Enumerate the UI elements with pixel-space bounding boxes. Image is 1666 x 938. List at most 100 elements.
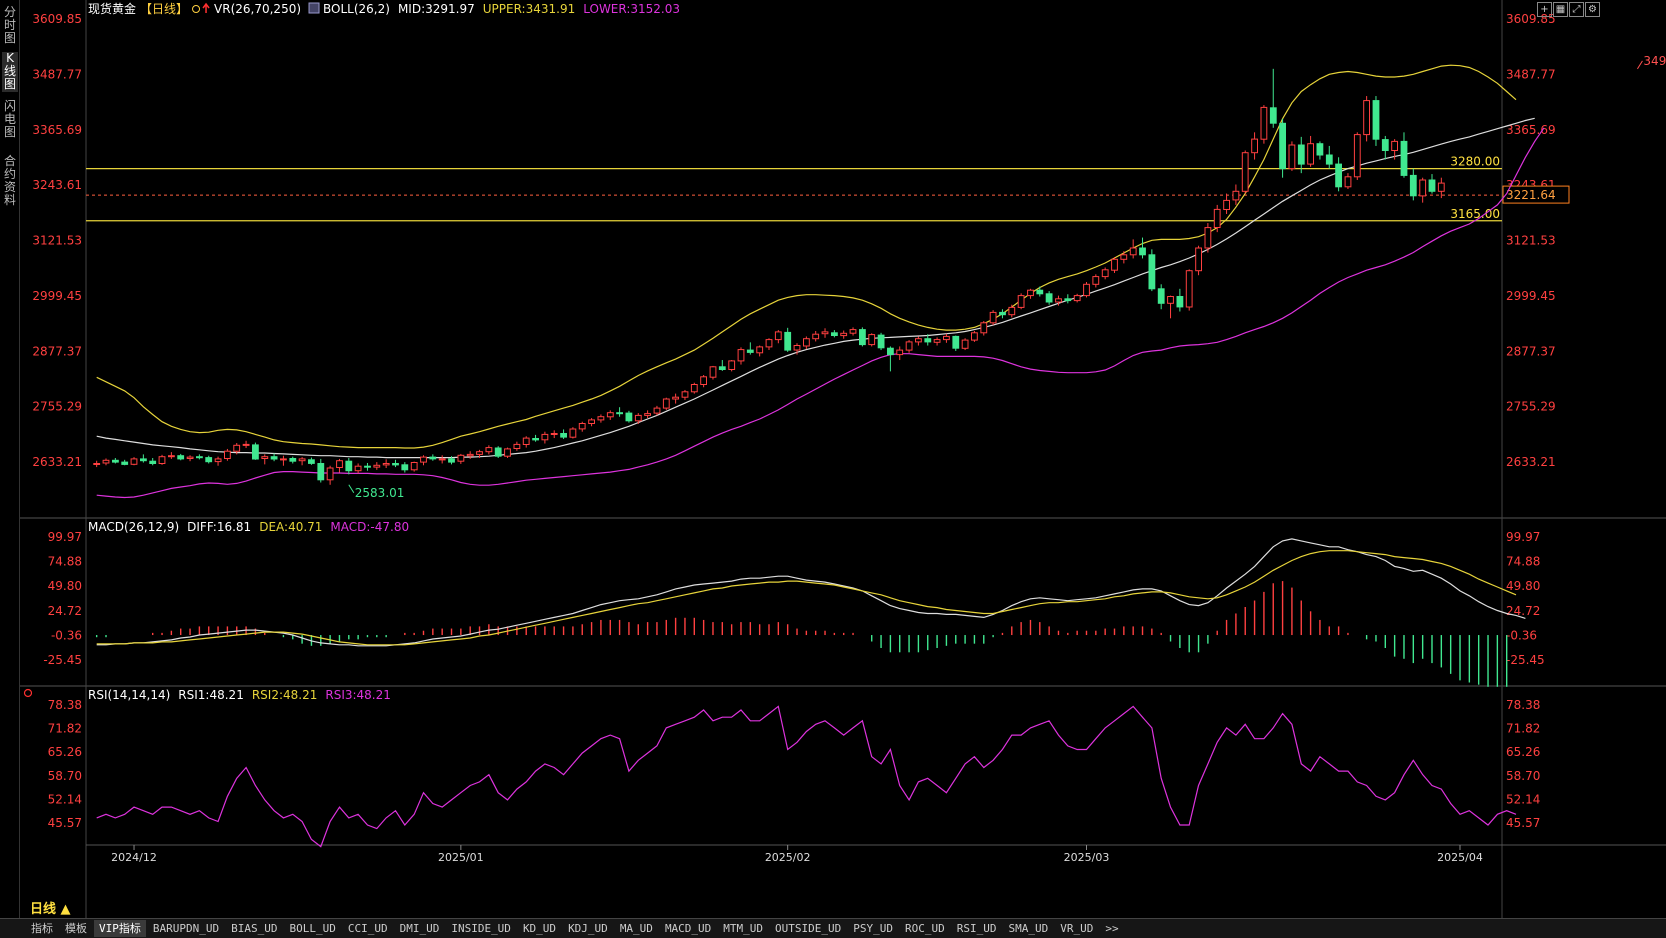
indicator-tab[interactable]: OUTSIDE_UD <box>770 920 846 937</box>
candle[interactable] <box>1223 193 1230 214</box>
candle[interactable] <box>915 336 922 346</box>
indicator-tab[interactable]: MA_UD <box>615 920 658 937</box>
candle[interactable] <box>690 382 698 394</box>
candle[interactable] <box>756 345 764 357</box>
legend-expand-icon[interactable] <box>192 5 201 13</box>
candle[interactable] <box>1139 237 1146 259</box>
indicator-tab[interactable]: MTM_UD <box>718 920 768 937</box>
candle[interactable] <box>1232 184 1240 205</box>
indicator-tab[interactable]: DMI_UD <box>395 920 445 937</box>
candle[interactable] <box>457 453 465 464</box>
candle[interactable] <box>1419 177 1427 203</box>
sidebar-tab-kline[interactable]: K线图 <box>2 52 18 92</box>
candle[interactable] <box>718 360 726 371</box>
candle[interactable] <box>158 454 166 465</box>
candle[interactable] <box>485 445 493 455</box>
candle[interactable] <box>550 430 558 439</box>
candle[interactable] <box>1120 251 1128 264</box>
candle[interactable] <box>961 338 969 351</box>
indicator-tab[interactable]: >> <box>1100 920 1123 937</box>
candle[interactable] <box>560 429 568 439</box>
candle[interactable] <box>681 389 689 400</box>
candle[interactable] <box>616 407 624 417</box>
crosshair-icon[interactable]: + <box>1537 2 1552 17</box>
candle[interactable] <box>1251 132 1258 160</box>
candle[interactable] <box>429 454 437 461</box>
candle[interactable] <box>1176 288 1184 312</box>
candle[interactable] <box>1307 135 1314 167</box>
candle[interactable] <box>812 331 820 342</box>
sidebar-tab-contract[interactable]: 合约资料 <box>2 155 18 209</box>
candle[interactable] <box>1269 68 1277 128</box>
candle[interactable] <box>952 335 960 351</box>
candle[interactable] <box>121 459 129 466</box>
candle[interactable] <box>1204 223 1212 253</box>
candle[interactable] <box>205 455 213 464</box>
candle[interactable] <box>728 360 736 372</box>
candle[interactable] <box>112 458 119 464</box>
indicator-tab[interactable]: MACD_UD <box>660 920 716 937</box>
candle[interactable] <box>578 421 586 432</box>
candle[interactable] <box>242 440 250 449</box>
candle[interactable] <box>1157 284 1165 310</box>
candle[interactable] <box>1428 174 1436 194</box>
candle[interactable] <box>1381 135 1389 160</box>
candle[interactable] <box>1083 282 1090 298</box>
candle[interactable] <box>588 418 596 427</box>
candle[interactable] <box>1073 293 1081 303</box>
candle[interactable] <box>1129 239 1137 259</box>
zoom-icon[interactable]: ⤢ <box>1569 2 1584 17</box>
candle[interactable] <box>1409 168 1417 201</box>
candle[interactable] <box>784 327 792 352</box>
indicator-tab[interactable]: BIAS_UD <box>226 920 282 937</box>
candle[interactable] <box>765 338 773 351</box>
candle[interactable] <box>382 459 390 468</box>
candle[interactable] <box>1036 286 1044 297</box>
candle[interactable] <box>1195 245 1202 276</box>
candle[interactable] <box>196 454 203 460</box>
indicator-tab[interactable]: BOLL_UD <box>284 920 340 937</box>
candle[interactable] <box>1111 257 1118 273</box>
candle[interactable] <box>261 454 269 465</box>
candle[interactable] <box>1064 294 1072 304</box>
candle[interactable] <box>1185 269 1193 311</box>
indicator-tab[interactable]: PSY_UD <box>848 920 898 937</box>
candle[interactable] <box>541 431 549 444</box>
candle[interactable] <box>364 463 371 471</box>
candle[interactable] <box>774 330 782 344</box>
sidebar-tab-timeshare[interactable]: 分时图 <box>2 6 18 46</box>
candle[interactable] <box>709 365 717 380</box>
candle[interactable] <box>93 460 101 468</box>
candle[interactable] <box>746 342 754 355</box>
candle[interactable] <box>1344 173 1352 190</box>
candle[interactable] <box>1092 274 1100 288</box>
candle[interactable] <box>1008 304 1016 318</box>
indicator-tab[interactable]: RSI_UD <box>952 920 1002 937</box>
candle[interactable] <box>1353 132 1361 180</box>
candle[interactable] <box>905 340 913 353</box>
candle[interactable] <box>513 441 521 451</box>
candle[interactable] <box>466 451 474 459</box>
candle[interactable] <box>980 321 988 336</box>
candle[interactable] <box>214 456 222 466</box>
candle[interactable] <box>887 346 894 372</box>
indicator-tab[interactable]: VR_UD <box>1055 920 1098 937</box>
candle[interactable] <box>354 463 362 474</box>
candle[interactable] <box>401 462 409 473</box>
candle[interactable] <box>933 337 941 346</box>
candle[interactable] <box>989 310 997 326</box>
candle[interactable] <box>896 346 904 361</box>
settings-icon[interactable]: ⚙ <box>1585 2 1600 17</box>
candle[interactable] <box>1017 293 1025 310</box>
candle[interactable] <box>504 447 511 459</box>
candle[interactable] <box>821 328 829 338</box>
candle[interactable] <box>326 465 334 485</box>
candle[interactable] <box>1372 96 1380 146</box>
indicator-tab[interactable]: INSIDE_UD <box>446 920 516 937</box>
candle[interactable] <box>102 458 110 466</box>
candle[interactable] <box>522 436 530 448</box>
candle[interactable] <box>186 455 194 462</box>
candle[interactable] <box>662 397 670 410</box>
indicator-tab[interactable]: KDJ_UD <box>563 920 613 937</box>
chart-svg[interactable]: 3609.85 3609.853487.77 3487.773365.69 3365.… <box>0 0 1666 937</box>
